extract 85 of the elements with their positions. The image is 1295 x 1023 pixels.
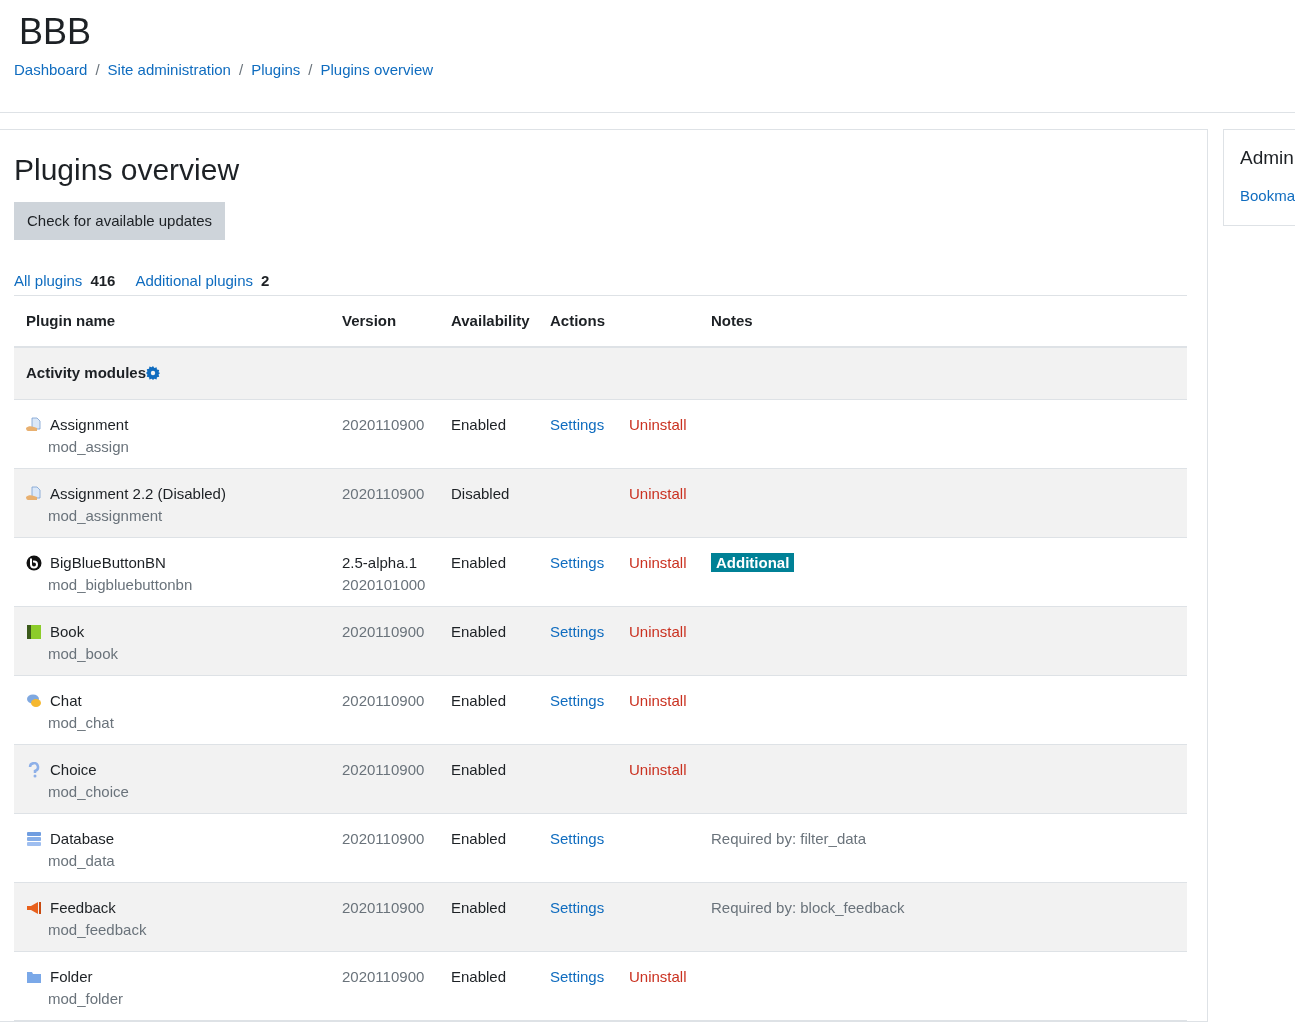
- note-text: Required by: block_feedback: [711, 898, 905, 916]
- availability-text: Enabled: [451, 691, 507, 709]
- plugin-name: Assignment 2.2 (Disabled): [50, 483, 226, 504]
- version-text: 2020110900: [342, 690, 426, 711]
- speech-bubbles-icon: [26, 692, 42, 709]
- plugin-name: Choice: [50, 759, 98, 780]
- breadcrumb-link[interactable]: Plugins: [251, 59, 301, 82]
- settings-link[interactable]: Settings: [550, 622, 605, 640]
- settings-link[interactable]: Settings: [550, 829, 605, 847]
- additional-badge: Additional: [711, 552, 795, 572]
- version-text: 2020110900: [342, 897, 426, 918]
- uninstall-link[interactable]: Uninstall: [629, 553, 687, 571]
- plugin-count: 416: [90, 271, 116, 291]
- plugin-component: mod_choice: [48, 781, 129, 802]
- settings-link[interactable]: Settings: [550, 967, 605, 985]
- question-mark-icon: [26, 761, 42, 778]
- plugin-component: mod_chat: [48, 712, 114, 733]
- plugin-name: Assignment: [50, 414, 129, 435]
- version-text: 2020110900: [342, 828, 426, 849]
- plugin-name: Chat: [50, 690, 83, 711]
- uninstall-link[interactable]: Uninstall: [629, 967, 687, 985]
- availability-text: Enabled: [451, 553, 507, 571]
- settings-link[interactable]: Settings: [550, 553, 605, 571]
- column-header: Version: [342, 311, 397, 329]
- version-text: 2020110900: [342, 483, 426, 504]
- availability-text: Enabled: [451, 415, 507, 433]
- breadcrumb-separator: /: [308, 60, 313, 80]
- plugin-component: mod_assignment: [48, 505, 164, 526]
- group-heading: Activity modules: [26, 363, 147, 383]
- megaphone-icon: [26, 899, 42, 916]
- plugin-component: mod_folder: [48, 988, 124, 1009]
- availability-text: Enabled: [451, 898, 507, 916]
- check-updates-button[interactable]: Check for available updates: [14, 201, 226, 240]
- version-text: 2020110900: [342, 414, 426, 435]
- plugin-count: 2: [261, 271, 270, 291]
- book-icon: [26, 623, 42, 640]
- plugin-name: BigBlueButtonBN: [50, 552, 167, 573]
- breadcrumb-separator: /: [238, 60, 244, 80]
- settings-link[interactable]: Settings: [550, 415, 605, 433]
- plugin-component: mod_feedback: [48, 919, 147, 940]
- plugin-component: mod_data: [48, 850, 115, 871]
- column-header: Availability: [451, 311, 530, 329]
- breadcrumb-separator: /: [95, 60, 100, 80]
- filter-link[interactable]: All plugins: [14, 270, 83, 293]
- site-name: BBB: [18, 10, 93, 54]
- breadcrumb-link[interactable]: Dashboard: [14, 59, 88, 82]
- page-title: Plugins overview: [14, 151, 241, 188]
- plugin-component: mod_assign: [48, 436, 129, 457]
- column-header: Notes: [711, 311, 753, 329]
- block-link[interactable]: Bookma: [1240, 184, 1295, 207]
- breadcrumb-link[interactable]: Plugins overview: [320, 59, 434, 82]
- database-icon: [26, 830, 42, 847]
- version-text: 2020110900: [342, 759, 426, 780]
- column-header: Actions: [550, 311, 605, 329]
- uninstall-link[interactable]: Uninstall: [629, 415, 687, 433]
- plugin-component: mod_bigbluebuttonbn: [48, 574, 193, 595]
- version-text: 2020101000: [342, 574, 427, 595]
- breadcrumb-link[interactable]: Site administration: [107, 59, 231, 82]
- column-header: Plugin name: [26, 311, 116, 329]
- availability-text: Enabled: [451, 829, 507, 847]
- hand-document-icon: [26, 485, 42, 502]
- uninstall-link[interactable]: Uninstall: [629, 622, 687, 640]
- filter-link[interactable]: Additional plugins: [135, 270, 253, 293]
- plugin-name: Folder: [50, 966, 94, 987]
- availability-text: Enabled: [451, 622, 507, 640]
- settings-link[interactable]: Settings: [550, 691, 605, 709]
- settings-link[interactable]: Settings: [550, 898, 605, 916]
- plugin-name: Book: [50, 621, 86, 642]
- plugin-component: mod_book: [48, 643, 119, 664]
- plugin-name: Database: [50, 828, 115, 849]
- gear-icon[interactable]: [146, 366, 161, 381]
- version-text: 2020110900: [342, 966, 426, 987]
- version-text: 2020110900: [342, 621, 426, 642]
- uninstall-link[interactable]: Uninstall: [629, 760, 687, 778]
- availability-text: Enabled: [451, 967, 507, 985]
- block-title: Admin: [1240, 145, 1295, 170]
- hand-document-icon: [26, 416, 42, 433]
- plugin-name: Feedback: [50, 897, 117, 918]
- version-text: 2.5-alpha.1: [342, 552, 419, 573]
- b-circle-icon: [26, 554, 42, 571]
- uninstall-link[interactable]: Uninstall: [629, 691, 687, 709]
- uninstall-link[interactable]: Uninstall: [629, 484, 687, 502]
- availability-text: Disabled: [451, 484, 510, 502]
- availability-text: Enabled: [451, 760, 507, 778]
- note-text: Required by: filter_data: [711, 829, 867, 847]
